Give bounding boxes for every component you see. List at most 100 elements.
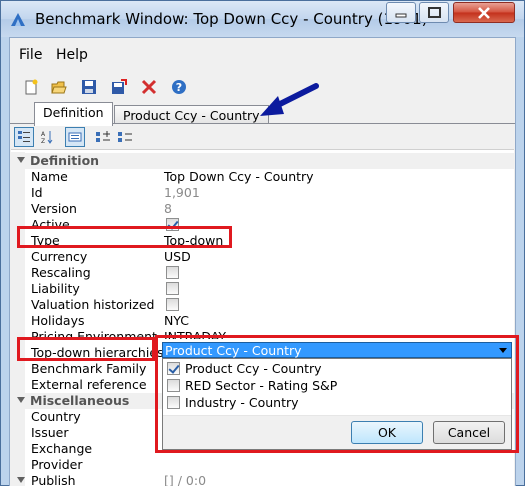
prop-label: Issuer [31, 425, 69, 440]
minimize-button[interactable] [386, 2, 416, 23]
sort-az-icon: AZ [41, 131, 53, 144]
row-holidays[interactable]: Holidays NYC [11, 313, 514, 329]
svg-text:A: A [41, 131, 46, 138]
prop-value: USD [164, 249, 191, 264]
liability-checkbox[interactable] [166, 282, 179, 295]
new-button[interactable] [22, 78, 40, 96]
property-pages-button[interactable] [65, 127, 85, 147]
prop-value: Top-down [164, 233, 224, 248]
row-publish[interactable]: Publish [] / 0:0 [11, 473, 514, 486]
save-as-button[interactable] [110, 78, 128, 96]
prop-label: Top-down hierarchies [31, 345, 164, 360]
prop-label: Currency [31, 249, 88, 264]
property-toolbar: AZ [11, 124, 514, 150]
prop-label: Name [31, 169, 68, 184]
close-button[interactable] [453, 2, 515, 23]
prop-label: Publish [31, 473, 76, 486]
save-button[interactable] [80, 78, 98, 96]
collapse-icon [118, 132, 132, 142]
option-checkbox[interactable] [167, 379, 180, 392]
collapse-all-button[interactable] [115, 127, 135, 147]
save-as-icon [112, 79, 127, 94]
tab-product-ccy-country[interactable]: Product Ccy - Country [114, 105, 269, 125]
help-button[interactable]: ? [170, 78, 188, 96]
prop-value: INTRADAY [164, 329, 227, 339]
prop-label: Type [31, 233, 60, 248]
prop-label: Holidays [31, 313, 85, 328]
category-definition[interactable]: Definition [11, 153, 514, 169]
close-icon [478, 6, 490, 19]
popup-button-bar: OK Cancel [163, 415, 511, 449]
alphabetical-button[interactable]: AZ [37, 127, 57, 147]
hierarchies-combo[interactable]: Product Ccy - Country [162, 342, 512, 358]
row-id[interactable]: Id 1,901 [11, 185, 514, 201]
option-label: RED Sector - Rating S&P [185, 378, 338, 393]
prop-label: Id [31, 185, 43, 200]
menu-file[interactable]: File [19, 47, 42, 63]
save-icon [82, 80, 96, 94]
prop-label: Exchange [31, 441, 93, 456]
row-name[interactable]: Name Top Down Ccy - Country [11, 169, 514, 185]
rescaling-checkbox[interactable] [166, 266, 179, 279]
prop-label: Active [31, 217, 70, 232]
prop-label: Version [31, 201, 77, 216]
new-icon [25, 79, 38, 95]
prop-label: Rescaling [31, 265, 91, 280]
row-liability[interactable]: Liability [11, 281, 514, 297]
tab-definition[interactable]: Definition [34, 102, 113, 126]
menu-bar: File Help [10, 38, 515, 68]
categorized-icon [18, 131, 30, 142]
collapse-arrow-icon [17, 157, 25, 163]
title-bar[interactable]: Benchmark Window: Top Down Ccy - Country… [1, 1, 524, 37]
minimize-icon [395, 13, 407, 17]
row-pricing-environment[interactable]: Pricing Environment INTRADAY [11, 329, 514, 339]
categorized-button[interactable] [14, 127, 34, 147]
expand-all-button[interactable] [93, 127, 113, 147]
combo-value: Product Ccy - Country [165, 343, 302, 358]
prop-label: Country [31, 409, 81, 424]
option-label: Product Ccy - Country [185, 361, 322, 376]
collapse-arrow-icon [17, 397, 25, 403]
delete-button[interactable] [140, 78, 158, 96]
prop-value: Top Down Ccy - Country [164, 169, 314, 184]
row-valuation-historized[interactable]: Valuation historized [11, 297, 514, 313]
ok-button[interactable]: OK [351, 421, 423, 444]
prop-value: 1,901 [164, 185, 200, 200]
row-rescaling[interactable]: Rescaling [11, 265, 514, 281]
prop-value: NYC [164, 313, 190, 328]
prop-label: External reference [31, 377, 147, 392]
chevron-down-icon[interactable] [499, 348, 507, 353]
row-version[interactable]: Version 8 [11, 201, 514, 217]
option-checkbox[interactable] [167, 396, 180, 409]
row-active[interactable]: Active [11, 217, 514, 233]
row-provider[interactable]: Provider [11, 457, 514, 473]
category-label: Miscellaneous [30, 393, 130, 408]
delete-icon [141, 79, 157, 95]
prop-value: [] / 0:0 [164, 473, 207, 486]
expand-icon [96, 131, 110, 142]
help-icon: ? [172, 80, 186, 94]
valuation-checkbox[interactable] [166, 298, 179, 311]
active-checkbox[interactable] [166, 218, 179, 231]
maximize-button[interactable] [419, 2, 449, 23]
maximize-icon [427, 7, 441, 18]
prop-label: Benchmark Family [31, 361, 147, 376]
app-icon [11, 13, 25, 26]
prop-value: 8 [164, 201, 172, 216]
row-currency[interactable]: Currency USD [11, 249, 514, 265]
prop-label: Valuation historized [31, 297, 155, 312]
cancel-button[interactable]: Cancel [433, 421, 505, 444]
prop-label: Liability [31, 281, 80, 296]
svg-text:Z: Z [41, 138, 45, 144]
option-checkbox[interactable] [167, 362, 180, 375]
prop-label: Provider [31, 457, 83, 472]
open-button[interactable] [50, 78, 68, 96]
window-title: Benchmark Window: Top Down Ccy - Country… [35, 10, 428, 28]
row-type[interactable]: Type Top-down [11, 233, 514, 249]
option-label: Industry - Country [185, 395, 299, 410]
annotation-arrow-icon [260, 83, 319, 116]
property-pages-icon [68, 132, 82, 142]
hierarchies-popup: Product Ccy - Country RED Sector - Ratin… [162, 358, 512, 450]
menu-help[interactable]: Help [56, 47, 88, 63]
prop-label: Pricing Environment [31, 329, 157, 339]
